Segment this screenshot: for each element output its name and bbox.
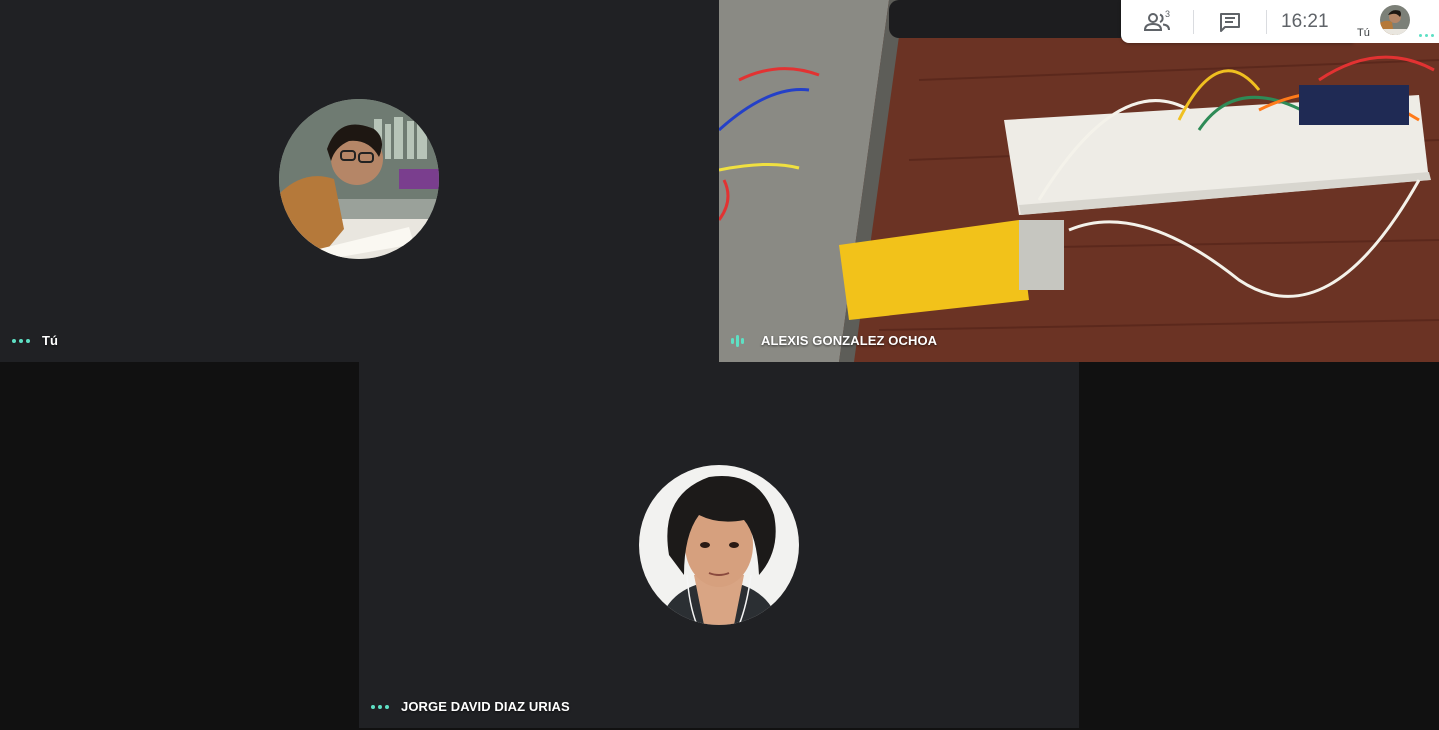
participant-tile-alexis[interactable]: ALEXIS GONZALEZ OCHOA xyxy=(719,0,1439,362)
speaking-indicator-icon xyxy=(731,334,749,347)
self-preview[interactable]: Tú xyxy=(1353,0,1439,43)
clock-text: 16:21 xyxy=(1281,10,1329,32)
more-dots-icon[interactable] xyxy=(12,338,30,343)
participant-name: ALEXIS GONZALEZ OCHOA xyxy=(761,333,938,348)
participant-name-row: JORGE DAVID DIAZ URIAS xyxy=(371,699,570,714)
avatar-self xyxy=(279,99,439,259)
participant-name: Tú xyxy=(42,333,59,348)
participant-name-row: Tú xyxy=(12,333,58,348)
self-preview-avatar xyxy=(1380,5,1410,35)
meeting-toolbar: 3 16:21 xyxy=(1121,0,1353,43)
video-feed xyxy=(719,0,1439,362)
chat-button[interactable] xyxy=(1194,0,1266,43)
participant-name-row: ALEXIS GONZALEZ OCHOA xyxy=(731,333,937,348)
clock: 16:21 xyxy=(1267,0,1343,43)
people-button[interactable]: 3 xyxy=(1121,0,1193,43)
more-dots-icon[interactable] xyxy=(1419,34,1437,37)
participant-tile-jorge[interactable]: JORGE DAVID DIAZ URIAS xyxy=(359,362,1079,728)
participant-name: JORGE DAVID DIAZ URIAS xyxy=(401,699,570,714)
participant-tile-self[interactable]: Tú xyxy=(0,0,719,362)
participant-count-badge: 3 xyxy=(1165,9,1171,19)
avatar-jorge xyxy=(639,465,799,625)
chat-icon xyxy=(1220,12,1240,32)
more-dots-icon[interactable] xyxy=(371,704,389,709)
self-preview-label: Tú xyxy=(1357,27,1370,39)
